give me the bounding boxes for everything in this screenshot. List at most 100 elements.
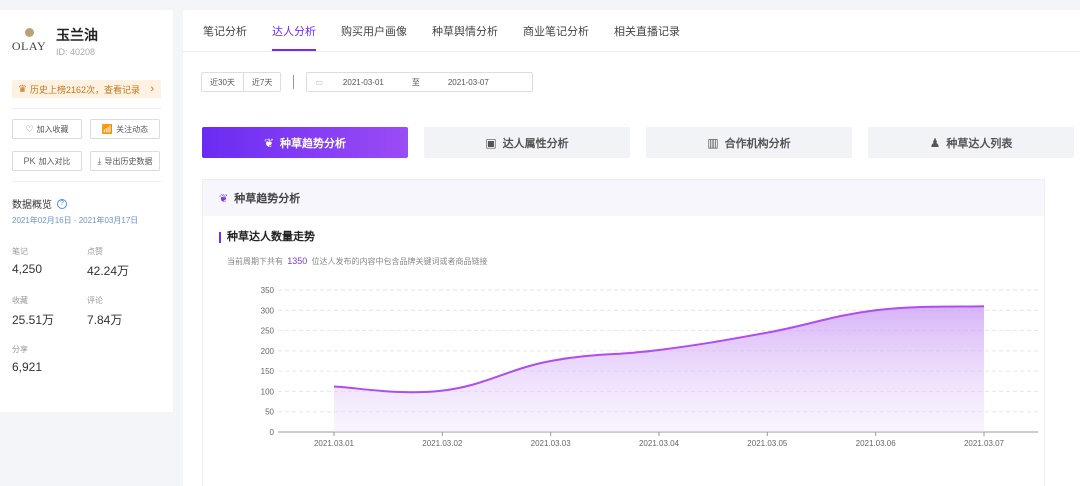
stat-comments: 评论 7.84万 — [87, 295, 162, 328]
add-compare-button[interactable]: PK 加入对比 — [12, 151, 82, 171]
x-tick-label: 2021.03.03 — [531, 439, 572, 448]
stat-label: 笔记 — [12, 247, 28, 256]
y-tick-label: 50 — [265, 408, 274, 417]
desc-prefix: 当前周期下共有 — [227, 257, 283, 266]
end-date: 2021-03-07 — [447, 77, 489, 87]
desc-count: 1350 — [287, 256, 308, 266]
stat-collects: 收藏 25.51万 — [12, 295, 87, 328]
x-tick-label: 2021.03.04 — [639, 439, 680, 448]
tab-note-analysis[interactable]: 笔记分析 — [203, 23, 247, 51]
tab-live-records[interactable]: 相关直播记录 — [614, 23, 680, 51]
y-tick-label: 350 — [261, 286, 275, 295]
chart-title: 种草达人数量走势 — [219, 232, 315, 243]
y-tick-label: 300 — [261, 306, 275, 315]
add-favorite-label: 加入收藏 — [36, 124, 69, 134]
panel-title: 种草趋势分析 — [234, 193, 301, 205]
stat-notes: 笔记 4,250 — [12, 246, 87, 279]
main-content: 笔记分析 达人分析 购买用户画像 种草舆情分析 商业笔记分析 相关直播记录 近3… — [183, 10, 1080, 486]
add-favorite-button[interactable]: ♡ 加入收藏 — [12, 119, 82, 139]
tab-label: 达人属性分析 — [502, 137, 569, 150]
sprout-icon: ❦ — [263, 135, 275, 150]
export-history-label: 导出历史数据 — [104, 156, 153, 166]
chart-description: 当前周期下共有 1350 位达人发布的内容中包含品牌关键词或者商品链接 — [227, 256, 488, 267]
sprout-icon: ❦ — [219, 192, 229, 205]
y-tick-label: 250 — [261, 327, 275, 336]
logo-text: OLAY — [11, 39, 47, 53]
brand-logo: OLAY — [12, 24, 46, 58]
download-icon: ⤓ — [97, 155, 102, 166]
tab-sentiment-analysis[interactable]: 种草舆情分析 — [432, 23, 498, 51]
tab-label: 种草趋势分析 — [280, 137, 347, 150]
export-history-button[interactable]: ⤓ 导出历史数据 — [90, 151, 160, 171]
id-card-icon: ▣ — [485, 135, 497, 150]
x-tick-label: 2021.03.05 — [747, 439, 788, 448]
y-tick-label: 0 — [270, 428, 275, 437]
action-buttons: ♡ 加入收藏 📶 关注动态 PK 加入对比 ⤓ 导出历史数据 — [12, 119, 161, 171]
stat-likes: 点赞 42.24万 — [87, 246, 162, 279]
divider — [293, 75, 295, 89]
sidebar: OLAY 玉兰油 ID: 40208 ♛ 历史上榜2162次，查看记录 › ♡ 加… — [0, 10, 173, 412]
series-area — [334, 306, 984, 432]
stat-shares: 分享 6,921 — [12, 344, 87, 374]
divider — [12, 181, 161, 182]
tab-label: 合作机构分析 — [724, 137, 791, 150]
y-tick-label: 100 — [261, 387, 275, 396]
building-icon: ▥ — [707, 135, 719, 150]
tab-influencer-analysis[interactable]: 达人分析 — [272, 23, 316, 51]
heart-icon: ♡ — [25, 123, 34, 134]
add-compare-label: 加入对比 — [38, 156, 71, 166]
desc-suffix: 位达人发布的内容中包含品牌关键词或者商品链接 — [311, 257, 488, 266]
divider — [12, 108, 161, 109]
date-range-picker[interactable]: ▭ 2021-03-01 至 2021-03-07 — [306, 72, 534, 92]
stat-label: 收藏 — [12, 296, 28, 305]
overview-title-text: 数据概览 — [12, 200, 52, 211]
top-tab-bar: 笔记分析 达人分析 购买用户画像 种草舆情分析 商业笔记分析 相关直播记录 — [183, 10, 1080, 52]
range-30-days-button[interactable]: 近30天 — [202, 73, 243, 91]
tab-buyer-profile[interactable]: 购买用户画像 — [341, 23, 407, 51]
start-date: 2021-03-01 — [342, 77, 384, 87]
stat-value: 25.51万 — [12, 313, 55, 327]
follow-updates-button[interactable]: 📶 关注动态 — [90, 119, 160, 139]
history-ranking-link[interactable]: ♛ 历史上榜2162次，查看记录 › — [12, 80, 161, 98]
tab-label: 种草达人列表 — [946, 137, 1013, 150]
tab-influencer-attributes[interactable]: ▣ 达人属性分析 — [424, 127, 630, 158]
stat-label: 分享 — [12, 345, 28, 354]
follow-updates-label: 关注动态 — [116, 124, 149, 134]
brand-id: ID: 40208 — [56, 47, 96, 57]
stat-value: 6,921 — [12, 360, 43, 374]
date-separator: 至 — [411, 77, 420, 87]
help-icon[interactable]: ? — [57, 198, 67, 209]
history-text: 历史上榜2162次，查看记录 — [29, 84, 140, 95]
stat-value: 4,250 — [12, 262, 43, 276]
x-tick-label: 2021.03.06 — [856, 439, 897, 448]
x-tick-label: 2021.03.07 — [964, 439, 1005, 448]
y-tick-label: 150 — [261, 367, 275, 376]
user-icon: ♟ — [929, 135, 941, 150]
signal-icon: 📶 — [101, 123, 114, 134]
overview-date-range: 2021年02月16日 - 2021年03月17日 — [12, 216, 139, 225]
logo-emblem-icon — [24, 28, 34, 37]
crown-icon: ♛ — [18, 83, 27, 95]
quick-range-selector: 近30天 近7天 — [201, 72, 282, 92]
x-tick-label: 2021.03.02 — [422, 439, 463, 448]
stat-label: 点赞 — [87, 247, 103, 256]
calendar-icon: ▭ — [315, 77, 323, 87]
y-tick-label: 200 — [261, 347, 275, 356]
overview-title: 数据概览 ? — [12, 196, 161, 211]
date-filter-row: 近30天 近7天 ▭ 2021-03-01 至 2021-03-07 — [201, 72, 534, 92]
trend-panel: ❦ 种草趋势分析 种草达人数量走势 当前周期下共有 1350 位达人发布的内容中… — [202, 179, 1045, 486]
stat-label: 评论 — [87, 296, 103, 305]
trend-area-chart: 0 50 100 150 200 250 300 350 2021.03.01 2021.03.… — [261, 286, 1038, 448]
chevron-right-icon: › — [150, 83, 154, 95]
tab-partner-agencies[interactable]: ▥ 合作机构分析 — [646, 127, 852, 158]
panel-header: ❦ 种草趋势分析 — [203, 180, 1044, 216]
brand-header: OLAY 玉兰油 ID: 40208 — [12, 10, 161, 72]
pk-icon: PK — [23, 156, 36, 166]
range-7-days-button[interactable]: 近7天 — [242, 73, 280, 91]
stat-value: 7.84万 — [87, 313, 123, 327]
tab-influencer-list[interactable]: ♟ 种草达人列表 — [868, 127, 1074, 158]
brand-name: 玉兰油 — [56, 27, 98, 43]
tab-seeding-trend[interactable]: ❦ 种草趋势分析 — [202, 127, 408, 158]
tab-commercial-notes[interactable]: 商业笔记分析 — [523, 23, 589, 51]
x-tick-label: 2021.03.01 — [314, 439, 355, 448]
